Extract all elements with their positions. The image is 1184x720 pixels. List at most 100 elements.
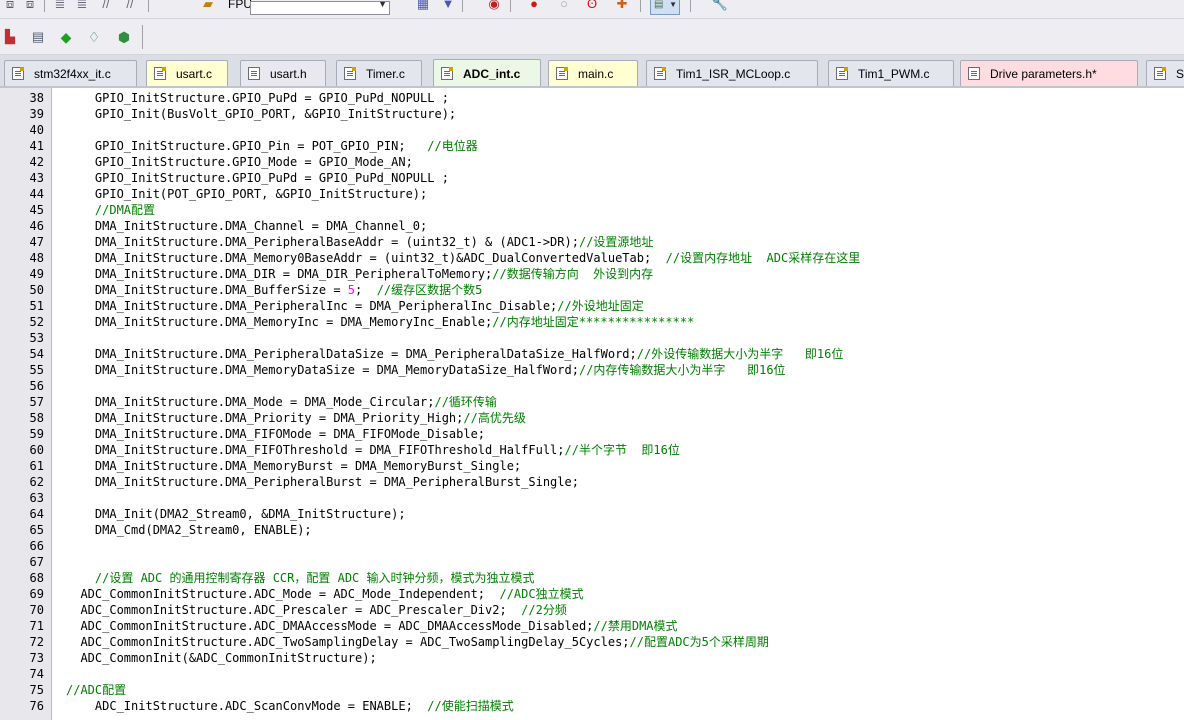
download-icon[interactable]: ▤ xyxy=(28,28,48,46)
code-line[interactable]: DMA_InitStructure.DMA_Priority = DMA_Pri… xyxy=(66,410,526,426)
tab-label: stm32f4xx_it.c xyxy=(34,66,111,81)
rebuild-icon[interactable]: ⧈ xyxy=(20,0,40,13)
code-line[interactable]: ADC_CommonInitStructure.ADC_Prescaler = … xyxy=(66,602,566,618)
code-line[interactable]: GPIO_Init(BusVolt_GPIO_PORT, &GPIO_InitS… xyxy=(66,106,456,122)
code-line[interactable]: DMA_InitStructure.DMA_PeripheralDataSize… xyxy=(66,346,843,362)
kill-breakpoints-icon[interactable]: ʘ xyxy=(582,0,602,13)
tab-label: usart.c xyxy=(176,66,213,81)
tab-stm32f4xx-it-c[interactable]: stm32f4xx_it.c xyxy=(4,60,137,86)
line-number: 68 xyxy=(29,571,44,585)
tab-s[interactable]: S xyxy=(1146,60,1184,86)
disable-breakpoint-icon[interactable]: ○ xyxy=(554,0,574,13)
code-comment: //半个字节 即16位 xyxy=(564,443,680,457)
code-line[interactable]: //设置 ADC 的通用控制寄存器 CCR，配置 ADC 输入时钟分频，模式为独… xyxy=(66,570,535,586)
code-line[interactable]: DMA_Init(DMA2_Stream0, &DMA_InitStructur… xyxy=(66,506,406,522)
window-dropdown-icon[interactable]: ▤ ▼ xyxy=(650,0,680,15)
code-line[interactable]: DMA_InitStructure.DMA_DIR = DMA_DIR_Peri… xyxy=(66,266,653,282)
code-line[interactable]: DMA_InitStructure.DMA_MemoryInc = DMA_Me… xyxy=(66,314,694,330)
tab-usart-c[interactable]: usart.c xyxy=(146,60,228,86)
code-line[interactable]: DMA_InitStructure.DMA_BufferSize = 5; //… xyxy=(66,282,482,298)
code-text: DMA_InitStructure.DMA_MemoryDataSize = D… xyxy=(94,363,579,377)
code-comment: //内存地址固定**************** xyxy=(492,315,695,329)
code-comment: //设置源地址 xyxy=(578,235,654,249)
code-line[interactable]: DMA_InitStructure.DMA_Channel = DMA_Chan… xyxy=(66,218,427,234)
code-line[interactable]: ADC_CommonInitStructure.ADC_Mode = ADC_M… xyxy=(66,586,583,602)
indent-icon[interactable]: ≣ xyxy=(50,0,70,13)
config-icon[interactable]: ▰ xyxy=(198,0,218,13)
code-area[interactable]: GPIO_InitStructure.GPIO_PuPd = GPIO_PuPd… xyxy=(52,88,1184,720)
breakpoint-icon[interactable]: ● xyxy=(524,0,544,13)
c-file-icon xyxy=(154,67,166,80)
code-text: DMA_InitStructure.DMA_Mode = DMA_Mode_Ci… xyxy=(94,395,435,409)
code-line[interactable]: DMA_InitStructure.DMA_Memory0BaseAddr = … xyxy=(66,250,860,266)
code-line[interactable]: DMA_InitStructure.DMA_PeripheralInc = DM… xyxy=(66,298,644,314)
code-line[interactable]: GPIO_InitStructure.GPIO_PuPd = GPIO_PuPd… xyxy=(66,170,449,186)
h-file-icon xyxy=(248,67,260,80)
code-text: GPIO_Init(POT_GPIO_PORT, &GPIO_InitStruc… xyxy=(94,187,428,201)
code-line[interactable]: //DMA配置 xyxy=(66,202,155,218)
code-line[interactable]: DMA_Cmd(DMA2_Stream0, ENABLE); xyxy=(66,522,312,538)
code-line[interactable]: ADC_CommonInitStructure.ADC_DMAAccessMod… xyxy=(66,618,677,634)
target-dropdown[interactable]: ▼ xyxy=(250,0,390,15)
h-file-icon xyxy=(968,67,980,80)
code-line[interactable]: GPIO_InitStructure.GPIO_Pin = POT_GPIO_P… xyxy=(66,138,478,154)
wrench-icon[interactable]: 🔧 xyxy=(710,0,730,13)
tab-adc-int-c[interactable]: ADC_int.c xyxy=(433,59,541,86)
code-line[interactable]: DMA_InitStructure.DMA_FIFOThreshold = DM… xyxy=(66,442,680,458)
line-number: 48 xyxy=(29,251,44,265)
code-line[interactable]: GPIO_InitStructure.GPIO_Mode = GPIO_Mode… xyxy=(66,154,413,170)
code-line[interactable]: DMA_InitStructure.DMA_FIFOMode = DMA_FIF… xyxy=(66,426,485,442)
build-icon[interactable]: ⧈ xyxy=(0,0,20,13)
manage-icon[interactable]: ⬢ xyxy=(114,28,134,46)
code-line[interactable]: DMA_InitStructure.DMA_PeripheralBurst = … xyxy=(66,474,579,490)
insert-icon[interactable]: ▼ xyxy=(438,0,458,13)
unindent-icon[interactable]: ≣ xyxy=(72,0,92,13)
code-line[interactable]: GPIO_InitStructure.GPIO_PuPd = GPIO_PuPd… xyxy=(66,90,449,106)
code-text: ADC_CommonInitStructure.ADC_Mode = ADC_M… xyxy=(80,587,500,601)
line-number: 45 xyxy=(29,203,44,217)
code-line[interactable]: DMA_InitStructure.DMA_MemoryBurst = DMA_… xyxy=(66,458,521,474)
tab-drive-parameters-h[interactable]: Drive parameters.h* xyxy=(960,60,1138,86)
c-file-icon xyxy=(1154,67,1166,80)
green-diamond-icon[interactable]: ◆ xyxy=(56,28,76,46)
tab-usart-h[interactable]: usart.h xyxy=(240,60,326,86)
line-number: 54 xyxy=(29,347,44,361)
code-line[interactable]: GPIO_Init(POT_GPIO_PORT, &GPIO_InitStruc… xyxy=(66,186,427,202)
code-text: ADC_CommonInitStructure.ADC_DMAAccessMod… xyxy=(80,619,594,633)
tab-timer-c[interactable]: Timer.c xyxy=(336,60,422,86)
code-text: GPIO_InitStructure.GPIO_PuPd = GPIO_PuPd… xyxy=(94,171,449,185)
code-line[interactable]: DMA_InitStructure.DMA_MemoryDataSize = D… xyxy=(66,362,786,378)
uncomment-icon[interactable]: // xyxy=(120,0,140,13)
line-number: 43 xyxy=(29,171,44,185)
code-text: DMA_InitStructure.DMA_PeripheralBurst = … xyxy=(94,475,579,489)
code-line[interactable]: ADC_CommonInitStructure.ADC_TwoSamplingD… xyxy=(66,634,768,650)
code-text: DMA_InitStructure.DMA_DIR = DMA_DIR_Peri… xyxy=(94,267,493,281)
code-line[interactable]: DMA_InitStructure.DMA_PeripheralBaseAddr… xyxy=(66,234,654,250)
tab-tim1-isr-mcloop-c[interactable]: Tim1_ISR_MCLoop.c xyxy=(646,60,818,86)
code-line[interactable]: ADC_InitStructure.ADC_ScanConvMode = ENA… xyxy=(66,698,514,714)
tab-tim1-pwm-c[interactable]: Tim1_PWM.c xyxy=(828,60,954,86)
clear-icon[interactable]: ✚ xyxy=(612,0,632,13)
code-editor[interactable]: 38 39 40 41 42 43 44 45 46 47 48 49 50 51 52 53 54 55 56 57… xyxy=(0,88,1184,720)
debug-icon[interactable]: ◉ xyxy=(484,0,504,13)
code-line[interactable]: DMA_InitStructure.DMA_Mode = DMA_Mode_Ci… xyxy=(66,394,497,410)
load-icon[interactable]: ▙ xyxy=(0,28,20,46)
tab-main-c[interactable]: main.c xyxy=(548,60,638,86)
code-text: DMA_InitStructure.DMA_FIFOThreshold = DM… xyxy=(94,443,565,457)
code-line[interactable]: ADC_CommonInit(&ADC_CommonInitStructure)… xyxy=(66,650,376,666)
code-line[interactable]: //ADC配置 xyxy=(66,682,126,698)
comment-icon[interactable]: // xyxy=(96,0,116,13)
line-number: 73 xyxy=(29,651,44,665)
save-all-icon[interactable]: ▦ xyxy=(413,0,433,13)
batch-icon[interactable]: ♢ xyxy=(84,28,104,46)
